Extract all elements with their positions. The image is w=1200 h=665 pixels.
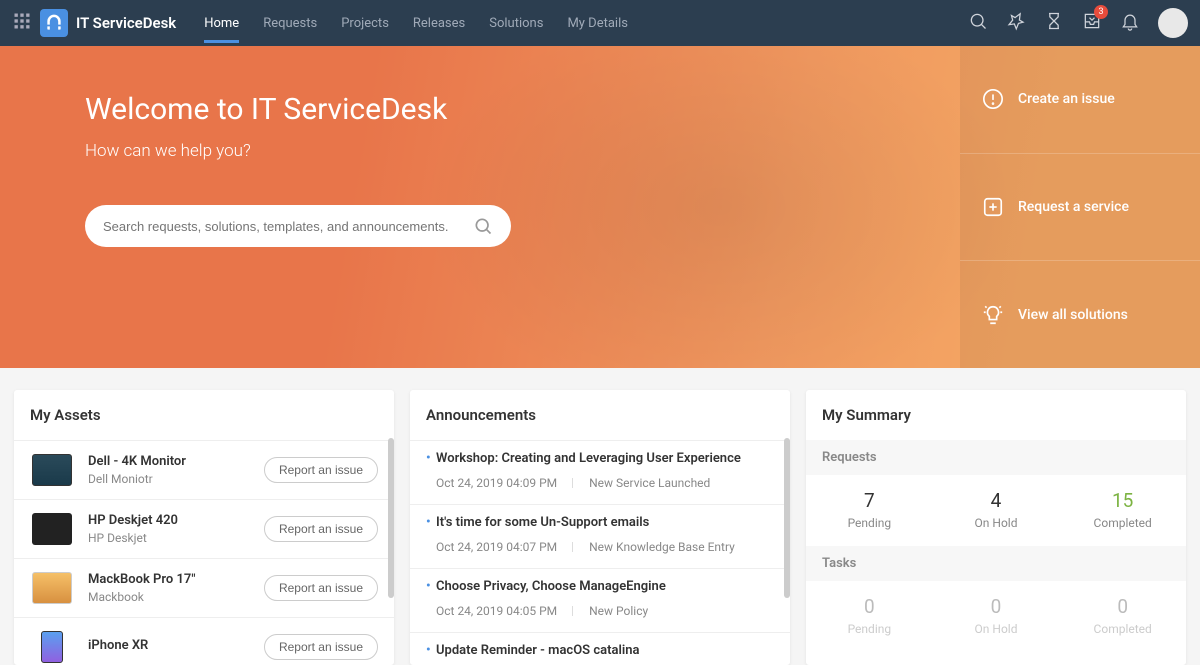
announcement-title: Choose Privacy, Choose ManageEngine bbox=[426, 579, 774, 594]
scrollbar[interactable] bbox=[784, 438, 790, 598]
hero-title: Welcome to IT ServiceDesk bbox=[85, 92, 960, 127]
announcement-date: Oct 24, 2019 04:09 PM bbox=[436, 476, 573, 490]
hero-banner: Welcome to IT ServiceDesk How can we hel… bbox=[0, 46, 1200, 368]
apps-grid-icon[interactable] bbox=[12, 11, 32, 35]
report-issue-button[interactable]: Report an issue bbox=[264, 634, 378, 660]
summary-value: 0 bbox=[806, 595, 933, 618]
summary-cell[interactable]: 4 On Hold bbox=[933, 489, 1060, 530]
summary-label: On Hold bbox=[933, 622, 1060, 636]
panel-title: Announcements bbox=[410, 390, 790, 440]
announcement-item[interactable]: Update Reminder - macOS catalina bbox=[410, 632, 790, 662]
search-input[interactable] bbox=[103, 219, 463, 234]
summary-tasks-label: Tasks bbox=[806, 546, 1186, 581]
bell-icon[interactable] bbox=[1120, 11, 1140, 35]
asset-name: HP Deskjet 420 bbox=[88, 513, 250, 528]
summary-cell[interactable]: 0 Completed bbox=[1059, 595, 1186, 636]
summary-cell[interactable]: 7 Pending bbox=[806, 489, 933, 530]
summary-label: On Hold bbox=[933, 516, 1060, 530]
phone-icon bbox=[30, 628, 74, 665]
nav-home[interactable]: Home bbox=[194, 4, 249, 43]
summary-requests-row: 7 Pending 4 On Hold 15 Completed bbox=[806, 475, 1186, 546]
announcement-date: Oct 24, 2019 04:07 PM bbox=[436, 540, 573, 554]
report-issue-button[interactable]: Report an issue bbox=[264, 516, 378, 542]
nav-requests[interactable]: Requests bbox=[253, 4, 327, 43]
announcement-title: Update Reminder - macOS catalina bbox=[426, 643, 774, 658]
panel-title: My Summary bbox=[806, 390, 1186, 440]
asset-row: Dell - 4K Monitor Dell Moniotr Report an… bbox=[14, 440, 394, 499]
announcements-panel: Announcements Workshop: Creating and Lev… bbox=[410, 390, 790, 665]
summary-label: Completed bbox=[1059, 516, 1186, 530]
asset-name: Dell - 4K Monitor bbox=[88, 454, 250, 469]
summary-label: Completed bbox=[1059, 622, 1186, 636]
summary-requests-label: Requests bbox=[806, 440, 1186, 475]
create-issue-button[interactable]: Create an issue bbox=[960, 46, 1200, 154]
search-icon[interactable] bbox=[968, 11, 988, 35]
summary-value: 4 bbox=[933, 489, 1060, 512]
panel-title: My Assets bbox=[14, 390, 394, 440]
nav-releases[interactable]: Releases bbox=[403, 4, 475, 43]
announcement-title: Workshop: Creating and Leveraging User E… bbox=[426, 451, 774, 466]
hourglass-icon[interactable] bbox=[1044, 11, 1064, 35]
pin-icon[interactable] bbox=[1006, 11, 1026, 35]
summary-cell[interactable]: 15 Completed bbox=[1059, 489, 1186, 530]
asset-subtitle: Mackbook bbox=[88, 590, 250, 604]
asset-name: MackBook Pro 17" bbox=[88, 572, 250, 587]
report-issue-button[interactable]: Report an issue bbox=[264, 575, 378, 601]
brand-logo-icon bbox=[40, 9, 68, 37]
app-header: IT ServiceDesk Home Requests Projects Re… bbox=[0, 0, 1200, 46]
summary-label: Pending bbox=[806, 622, 933, 636]
summary-cell[interactable]: 0 On Hold bbox=[933, 595, 1060, 636]
my-assets-panel: My Assets Dell - 4K Monitor Dell Moniotr… bbox=[14, 390, 394, 665]
alert-circle-icon bbox=[982, 88, 1004, 110]
main-nav: Home Requests Projects Releases Solution… bbox=[194, 4, 638, 43]
summary-value: 0 bbox=[1059, 595, 1186, 618]
asset-row: iPhone XR Report an issue bbox=[14, 617, 394, 665]
brand-title: IT ServiceDesk bbox=[76, 14, 176, 32]
printer-icon bbox=[30, 510, 74, 548]
nav-my-details[interactable]: My Details bbox=[557, 4, 638, 43]
asset-row: MackBook Pro 17" Mackbook Report an issu… bbox=[14, 558, 394, 617]
request-service-button[interactable]: Request a service bbox=[960, 154, 1200, 262]
monitor-icon bbox=[30, 451, 74, 489]
scrollbar[interactable] bbox=[388, 438, 394, 598]
hero-subtitle: How can we help you? bbox=[85, 141, 960, 161]
announcement-tag: New Service Launched bbox=[589, 476, 710, 490]
summary-value: 0 bbox=[933, 595, 1060, 618]
summary-cell[interactable]: 0 Pending bbox=[806, 595, 933, 636]
announcement-item[interactable]: Workshop: Creating and Leveraging User E… bbox=[410, 440, 790, 504]
view-solutions-button[interactable]: View all solutions bbox=[960, 261, 1200, 368]
dashboard-panels: My Assets Dell - 4K Monitor Dell Moniotr… bbox=[0, 368, 1200, 665]
asset-name: iPhone XR bbox=[88, 638, 250, 653]
announcement-item[interactable]: Choose Privacy, Choose ManageEngine Oct … bbox=[410, 568, 790, 632]
asset-subtitle: HP Deskjet bbox=[88, 531, 250, 545]
nav-solutions[interactable]: Solutions bbox=[479, 4, 553, 43]
search-bar[interactable] bbox=[85, 205, 511, 247]
user-avatar[interactable] bbox=[1158, 8, 1188, 38]
my-summary-panel: My Summary Requests 7 Pending 4 On Hold … bbox=[806, 390, 1186, 665]
summary-value: 7 bbox=[806, 489, 933, 512]
announcement-tag: New Policy bbox=[589, 604, 648, 618]
inbox-icon[interactable]: 3 bbox=[1082, 11, 1102, 35]
announcement-date: Oct 24, 2019 04:05 PM bbox=[436, 604, 573, 618]
asset-row: HP Deskjet 420 HP Deskjet Report an issu… bbox=[14, 499, 394, 558]
search-icon bbox=[473, 216, 493, 236]
hero-actions: Create an issue Request a service View a… bbox=[960, 46, 1200, 368]
announcement-tag: New Knowledge Base Entry bbox=[589, 540, 735, 554]
plus-square-icon bbox=[982, 196, 1004, 218]
report-issue-button[interactable]: Report an issue bbox=[264, 457, 378, 483]
inbox-badge: 3 bbox=[1094, 5, 1108, 19]
nav-projects[interactable]: Projects bbox=[331, 4, 399, 43]
announcement-item[interactable]: It's time for some Un-Support emails Oct… bbox=[410, 504, 790, 568]
asset-subtitle: Dell Moniotr bbox=[88, 472, 250, 486]
laptop-icon bbox=[30, 569, 74, 607]
lightbulb-icon bbox=[982, 304, 1004, 326]
summary-tasks-row: 0 Pending 0 On Hold 0 Completed bbox=[806, 581, 1186, 652]
announcement-title: It's time for some Un-Support emails bbox=[426, 515, 774, 530]
summary-value: 15 bbox=[1059, 489, 1186, 512]
header-actions: 3 bbox=[968, 8, 1188, 38]
summary-label: Pending bbox=[806, 516, 933, 530]
